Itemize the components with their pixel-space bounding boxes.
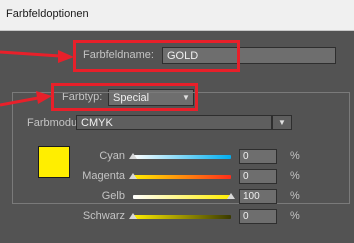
annotation-arrows: [0, 50, 74, 107]
arrow-to-swatch-name: [0, 50, 74, 63]
arrow-to-color-type: [0, 91, 52, 107]
